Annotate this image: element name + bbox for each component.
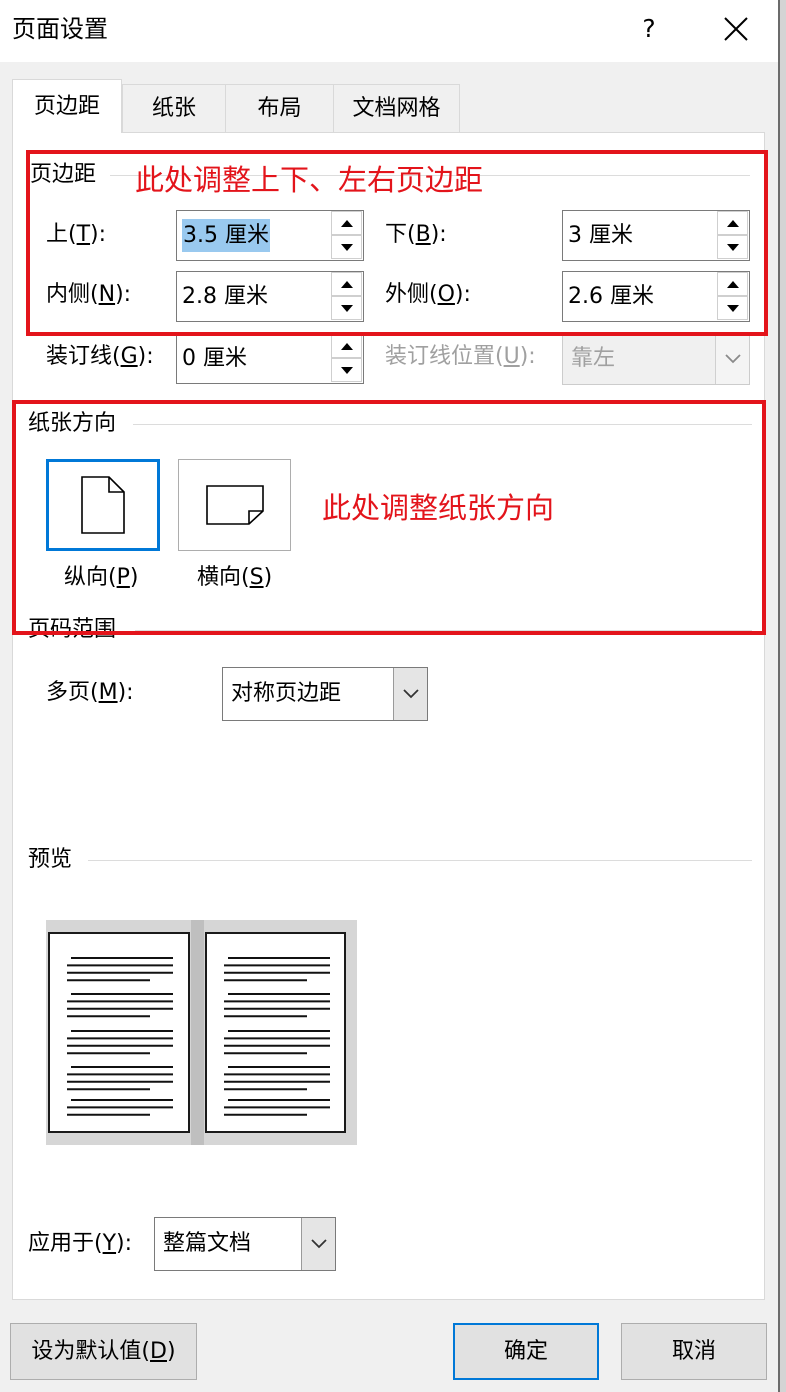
preview-page-left — [48, 932, 190, 1133]
tab-label: 文档网格 — [352, 95, 441, 121]
access-key: U — [503, 344, 520, 369]
preview-page-text — [224, 957, 330, 1116]
triangle-up-icon — [340, 342, 353, 350]
tab-paper[interactable]: 纸张 — [122, 84, 226, 132]
gutter-label: 装订线(G): — [46, 344, 154, 369]
multiple-pages-value: 对称页边距 — [231, 681, 342, 706]
tab-layout[interactable]: 布局 — [225, 84, 334, 132]
preview-page-right — [205, 932, 346, 1133]
gutter-spinner[interactable]: 0 厘米 — [176, 333, 364, 384]
close-button[interactable] — [723, 16, 749, 42]
dropdown-button[interactable] — [393, 668, 427, 720]
apply-to-label: 应用于(Y): — [28, 1231, 133, 1256]
dropdown-button[interactable] — [715, 334, 749, 384]
preview-heading: 预览 — [28, 847, 73, 872]
margins-highlight-box — [26, 150, 768, 336]
spin-down-button[interactable] — [331, 358, 362, 382]
access-key: G — [120, 344, 138, 369]
multiple-pages-label: 多页(M): — [46, 680, 134, 705]
set-default-label: 设为默认值(D) — [31, 1338, 176, 1364]
multiple-pages-select[interactable]: 对称页边距 — [222, 667, 428, 721]
apply-to-select[interactable]: 整篇文档 — [154, 1217, 336, 1271]
tab-margins[interactable]: 页边距 — [12, 79, 122, 133]
close-icon — [724, 17, 748, 41]
cancel-button[interactable]: 取消 — [621, 1323, 767, 1380]
tab-label: 布局 — [257, 95, 302, 121]
chevron-down-icon — [402, 689, 419, 699]
ok-label: 确定 — [503, 1338, 548, 1364]
access-key: D — [150, 1338, 167, 1364]
orientation-highlight-box — [12, 400, 766, 635]
ok-button[interactable]: 确定 — [453, 1323, 599, 1380]
triangle-down-icon — [340, 366, 353, 374]
tab-label: 页边距 — [33, 93, 100, 119]
chevron-down-icon — [310, 1239, 327, 1249]
dropdown-button[interactable] — [301, 1218, 335, 1270]
tab-document-grid[interactable]: 文档网格 — [333, 84, 460, 132]
preview-page-text — [67, 957, 173, 1116]
access-key: Y — [102, 1231, 117, 1256]
dialog-title: 页面设置 — [12, 15, 108, 43]
help-button[interactable]: ? — [638, 14, 660, 44]
gutter-input[interactable]: 0 厘米 — [182, 346, 247, 372]
title-bar — [0, 0, 778, 62]
gutter-position-label: 装订线位置(U): — [385, 344, 536, 369]
access-key: M — [98, 680, 118, 705]
set-default-button[interactable]: 设为默认值(D) — [10, 1323, 197, 1380]
chevron-down-icon — [724, 354, 741, 364]
window-edge — [778, 0, 786, 1392]
apply-to-value: 整篇文档 — [163, 1231, 252, 1256]
tab-label: 纸张 — [151, 95, 196, 121]
cancel-label: 取消 — [671, 1338, 716, 1364]
section-divider — [88, 860, 752, 861]
preview-gutter — [191, 920, 204, 1145]
gutter-position-select[interactable]: 靠左 — [562, 333, 750, 385]
spin-up-button[interactable] — [331, 334, 362, 358]
gutter-position-value: 靠左 — [571, 346, 616, 371]
